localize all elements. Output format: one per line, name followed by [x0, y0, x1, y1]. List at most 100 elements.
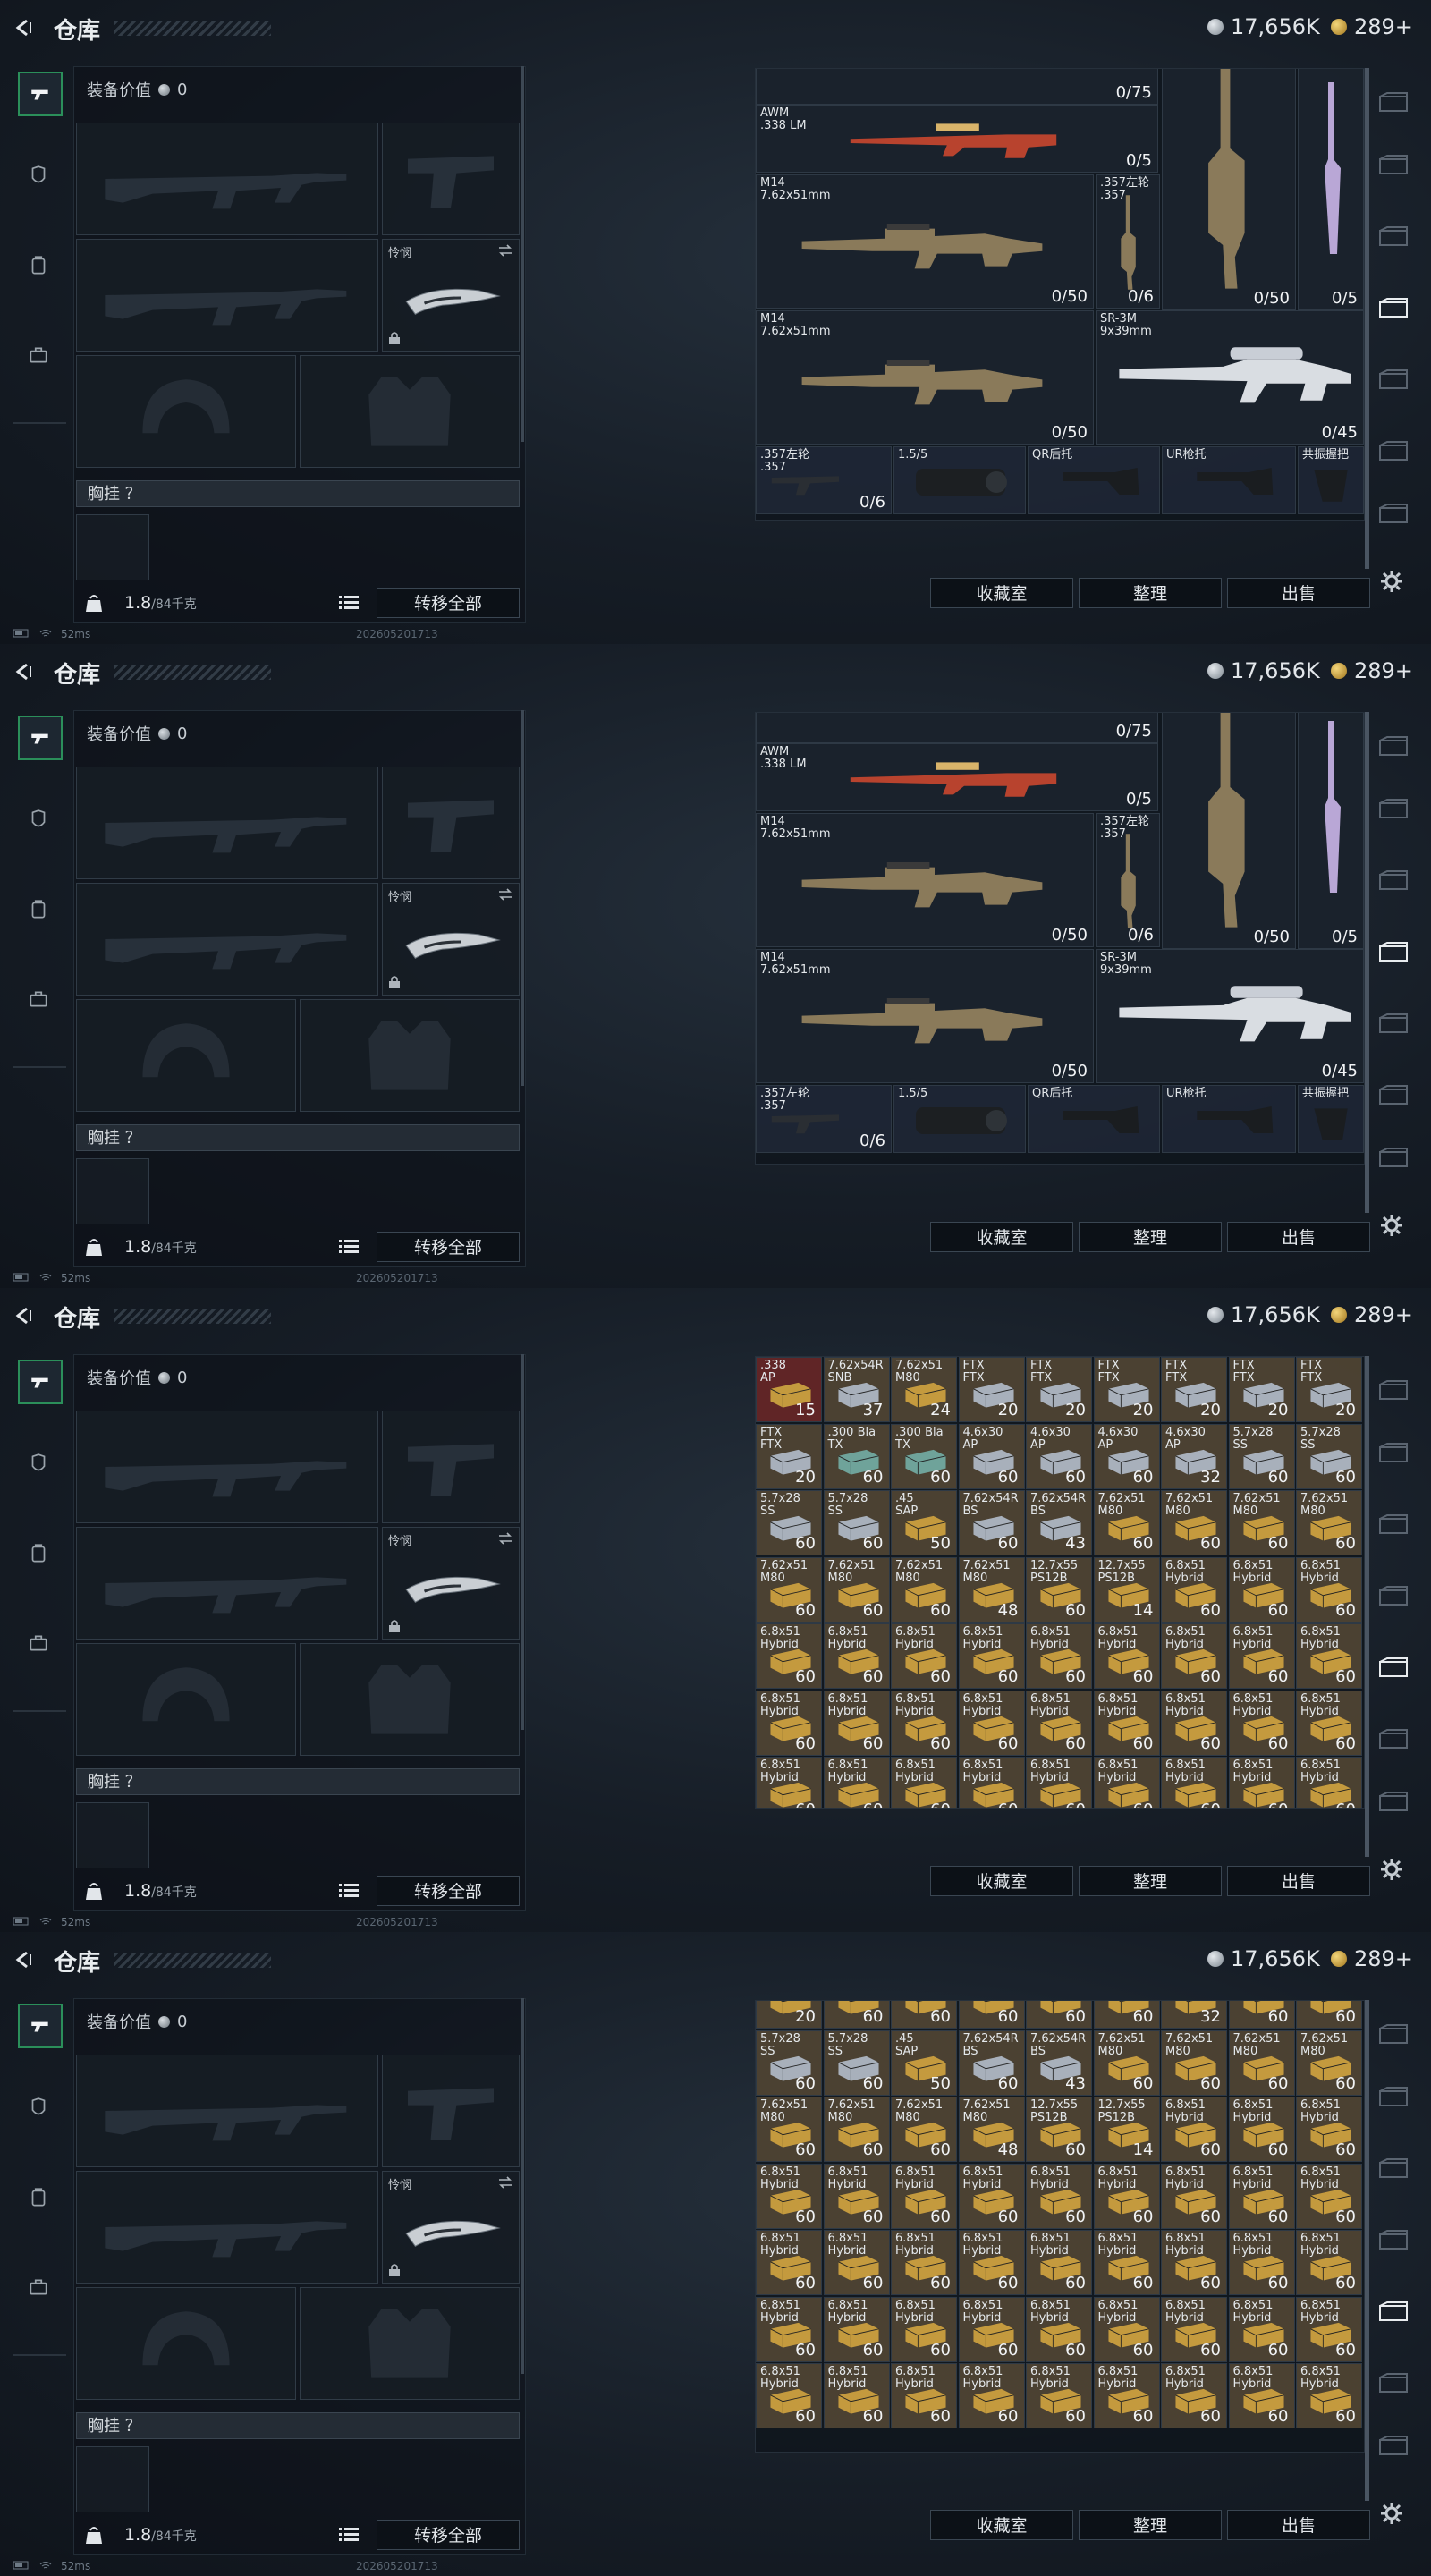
ammo-item[interactable]: 5.7x28 SS 60 [756, 2029, 822, 2096]
ammo-item[interactable]: 6.8x51 Hybrid 60 [756, 2230, 822, 2295]
stash-top-cell[interactable]: 0/75 [756, 69, 1158, 105]
sell-button[interactable]: 出售 [1227, 2510, 1370, 2540]
collection-room-button[interactable]: 收藏室 [930, 1222, 1073, 1252]
case-tab[interactable] [18, 1623, 59, 1664]
stash-item[interactable]: AWM .338 LM 0/5 [756, 105, 1158, 173]
back-arrow-icon[interactable] [13, 1950, 32, 1970]
sidearm-slot[interactable] [382, 2055, 520, 2167]
stash-page-tab[interactable] [1376, 89, 1411, 116]
stash-item[interactable]: SR-3M 9x39mm 0/45 [1096, 949, 1364, 1083]
ammo-item[interactable]: 6.8x51 Hybrid 60 [823, 2296, 890, 2362]
back-arrow-icon[interactable] [13, 1306, 32, 1326]
ammo-item[interactable]: 6.8x51 Hybrid 60 [1093, 2363, 1160, 2428]
ammo-item[interactable]: 6.8x51 Hybrid 60 [1228, 1556, 1295, 1623]
ammo-item[interactable]: 7.62x51 M80 24 [891, 1357, 957, 1422]
primary-weapon-slot[interactable] [76, 2055, 378, 2167]
ammo-item[interactable]: 6.8x51 Hybrid 60 [891, 1757, 957, 1808]
stash-item[interactable]: .357左轮 .357 0/6 [756, 1085, 892, 1153]
list-icon[interactable] [339, 595, 359, 611]
secondary-weapon-slot[interactable] [76, 1527, 378, 1640]
ammo-item[interactable]: 5.7x28 SS 60 [823, 1490, 890, 1555]
stash-item[interactable]: 0/50 [1162, 69, 1296, 310]
ammo-item[interactable]: 6.8x51 Hybrid 60 [756, 1757, 822, 1808]
secondary-weapon-slot[interactable] [76, 239, 378, 352]
stash-page-tab[interactable] [1376, 224, 1411, 250]
ammo-item[interactable]: 6.8x51 Hybrid 60 [891, 2363, 957, 2428]
ammo-item[interactable]: 6.8x51 Hybrid 60 [1228, 2363, 1295, 2428]
loadout-scrollbar[interactable] [521, 1354, 524, 1730]
ammo-item[interactable]: 5.7x28 SS 60 [823, 2029, 890, 2096]
ammo-item[interactable]: 6.8x51 Hybrid 60 [823, 1757, 890, 1808]
ammo-item[interactable]: 6.8x51 Hybrid 60 [1296, 1556, 1362, 1623]
stash-item[interactable]: SR-3M 9x39mm 0/45 [1096, 310, 1364, 445]
ammo-item[interactable]: 6.8x51 Hybrid 60 [1161, 2097, 1227, 2162]
loadout-scrollbar[interactable] [521, 710, 524, 1086]
sidearm-slot[interactable] [382, 123, 520, 235]
collection-room-button[interactable]: 收藏室 [930, 578, 1073, 608]
silver-currency[interactable]: 17,656K [1207, 658, 1320, 683]
ammo-item[interactable]: 60 [1093, 2001, 1160, 2029]
transfer-all-button[interactable]: 转移全部 [377, 1876, 520, 1906]
sell-button[interactable]: 出售 [1227, 1222, 1370, 1252]
stash-page-tab[interactable] [1376, 438, 1411, 465]
ammo-item[interactable]: .300 Bla TX 60 [823, 1423, 890, 1489]
stash-item[interactable]: M14 7.62x51mm 0/50 [756, 310, 1094, 445]
ammo-item[interactable]: 6.8x51 Hybrid 60 [891, 2230, 957, 2295]
armor-tab[interactable] [18, 2088, 59, 2129]
stash-page-tab[interactable] [1376, 1082, 1411, 1109]
body-armor-slot[interactable] [300, 2287, 520, 2400]
ammo-item[interactable]: 6.8x51 Hybrid 60 [1296, 2363, 1362, 2428]
swap-icon[interactable] [497, 243, 513, 257]
armor-tab[interactable] [18, 156, 59, 197]
transfer-all-button[interactable]: 转移全部 [377, 2520, 520, 2550]
back-arrow-icon[interactable] [13, 18, 32, 38]
body-armor-slot[interactable] [300, 1643, 520, 1756]
stash-page-tab[interactable] [1376, 1583, 1411, 1610]
ammo-item[interactable]: 6.8x51 Hybrid 60 [756, 2296, 822, 2362]
ammo-item[interactable]: 6.8x51 Hybrid 60 [823, 2163, 890, 2229]
ammo-item[interactable]: 7.62x51 M80 60 [891, 1556, 957, 1623]
ammo-item[interactable]: 60 [1228, 2001, 1295, 2029]
ammo-item[interactable]: 6.8x51 Hybrid 60 [823, 1623, 890, 1689]
weapon-tab[interactable] [18, 1360, 63, 1404]
ammo-item[interactable]: 6.8x51 Hybrid 60 [823, 1690, 890, 1756]
silver-currency[interactable]: 17,656K [1207, 1302, 1320, 1327]
ammo-item[interactable]: 6.8x51 Hybrid 60 [1093, 2163, 1160, 2229]
stash-item[interactable]: M14 7.62x51mm 0/50 [756, 174, 1094, 309]
stash-scrollbar[interactable] [1365, 1356, 1369, 1857]
ammo-item[interactable]: .45 SAP 50 [891, 2029, 957, 2096]
primary-weapon-slot[interactable] [76, 123, 378, 235]
ammo-item[interactable]: 5.7x28 SS 60 [1296, 1423, 1362, 1489]
case-tab[interactable] [18, 979, 59, 1020]
ammo-item[interactable]: 6.8x51 Hybrid 60 [1228, 2163, 1295, 2229]
ammo-item[interactable]: 6.8x51 Hybrid 60 [891, 2296, 957, 2362]
ammo-item[interactable]: 7.62x51 M80 48 [958, 2097, 1025, 2162]
backpack-tab[interactable] [18, 245, 59, 286]
ammo-item[interactable]: 6.8x51 Hybrid 60 [958, 1690, 1025, 1756]
ammo-item[interactable]: 60 [958, 2001, 1025, 2029]
ammo-item[interactable]: FTX FTX 20 [1093, 1357, 1160, 1422]
ammo-item[interactable]: FTX FTX 20 [1296, 1357, 1362, 1422]
stash-page-tab[interactable] [1376, 1377, 1411, 1404]
stash-page-tab[interactable] [1376, 868, 1411, 894]
stash-item[interactable]: 1.5/5 [893, 1085, 1026, 1153]
helmet-slot[interactable] [76, 1643, 296, 1756]
ammo-item[interactable]: 6.8x51 Hybrid 60 [756, 1623, 822, 1689]
ammo-item[interactable]: 7.62x51 M80 60 [1228, 2029, 1295, 2096]
back-arrow-icon[interactable] [13, 662, 32, 682]
stash-item[interactable]: QR后托 [1028, 1085, 1160, 1153]
ammo-item[interactable]: 32 [1161, 2001, 1227, 2029]
ammo-item[interactable]: .45 SAP 50 [891, 1490, 957, 1555]
weapon-tab[interactable] [18, 72, 63, 116]
ammo-item[interactable]: 6.8x51 Hybrid 60 [756, 2163, 822, 2229]
ammo-item[interactable]: 7.62x51 M80 60 [1228, 1490, 1295, 1555]
ammo-item[interactable]: 7.62x51 M80 60 [891, 2097, 957, 2162]
ammo-item[interactable]: 6.8x51 Hybrid 60 [891, 1690, 957, 1756]
chest-rig-slot[interactable] [76, 1158, 149, 1224]
ammo-item[interactable]: 6.8x51 Hybrid 60 [891, 2163, 957, 2229]
primary-weapon-slot[interactable] [76, 1411, 378, 1523]
ammo-item[interactable]: .300 Bla TX 60 [891, 1423, 957, 1489]
ammo-item[interactable]: 7.62x54R BS 60 [958, 2029, 1025, 2096]
stash-item[interactable]: M14 7.62x51mm 0/50 [756, 949, 1094, 1083]
backpack-tab[interactable] [18, 1533, 59, 1574]
